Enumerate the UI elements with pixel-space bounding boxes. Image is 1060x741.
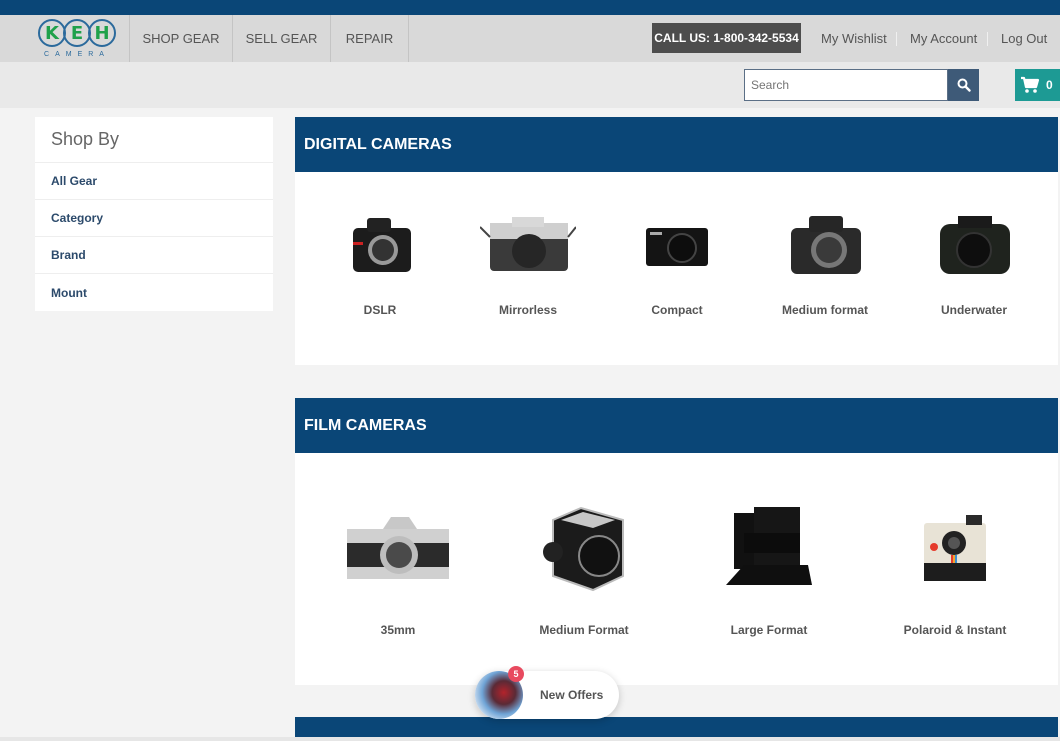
nav-sell-gear[interactable]: SELL GEAR [232, 15, 330, 62]
call-us-button[interactable]: CALL US: 1-800-342-5534 [652, 23, 801, 53]
shop-by-mount[interactable]: Mount [35, 274, 273, 311]
offers-label: New Offers [540, 688, 604, 702]
category-medium-format-film[interactable]: Medium Format [524, 503, 644, 637]
top-accent-bar [0, 0, 1060, 15]
category-medium-format[interactable]: Medium format [775, 212, 875, 317]
page-bottom-edge [0, 737, 1060, 741]
polaroid-camera-image [922, 503, 988, 593]
category-35mm[interactable]: 35mm [338, 503, 458, 637]
compact-camera-image [644, 212, 710, 278]
dslr-camera-image [345, 212, 415, 278]
search-input[interactable] [744, 69, 948, 101]
underwater-camera-image [932, 212, 1016, 278]
category-label: Medium format [781, 303, 868, 317]
category-large-format[interactable]: Large Format [709, 503, 829, 637]
main-navbar: K E H CAMERA SHOP GEAR SELL GEAR REPAIR … [0, 15, 1060, 62]
medium-format-camera-image [787, 212, 863, 278]
category-label: Underwater [940, 303, 1008, 317]
logo-subtitle: CAMERA [44, 51, 110, 58]
cart-icon [1021, 76, 1040, 93]
search-icon [957, 78, 971, 92]
cart-button[interactable]: 0 [1015, 69, 1060, 101]
category-label: Mirrorless [498, 303, 558, 317]
shop-by-category[interactable]: Category [35, 200, 273, 237]
link-divider [896, 32, 897, 46]
35mm-camera-image [345, 503, 451, 593]
category-label: Large Format [730, 623, 808, 637]
digital-cameras-heading: DIGITAL CAMERAS [295, 117, 1058, 172]
cart-count: 0 [1046, 78, 1053, 92]
category-compact[interactable]: Compact [627, 212, 727, 317]
nav-shop-gear[interactable]: SHOP GEAR [129, 15, 232, 62]
category-label: DSLR [363, 303, 397, 317]
search-bar-row: 0 [0, 62, 1060, 108]
keh-camera-logo[interactable]: K E H CAMERA [36, 19, 116, 59]
logo-letter-e: E [63, 19, 91, 47]
shop-by-brand[interactable]: Brand [35, 237, 273, 274]
logo-letter-h: H [88, 19, 116, 47]
category-dslr[interactable]: DSLR [330, 212, 430, 317]
logo-letter-k: K [38, 19, 66, 47]
my-wishlist-link[interactable]: My Wishlist [821, 15, 887, 62]
mirrorless-camera-image [480, 212, 576, 278]
category-label: 35mm [380, 623, 416, 637]
category-label: Medium Format [539, 623, 629, 637]
shop-by-all-gear[interactable]: All Gear [35, 163, 273, 200]
new-offers-button[interactable]: 5 New Offers [475, 666, 619, 719]
my-account-link[interactable]: My Account [910, 15, 977, 62]
film-cameras-heading: FILM CAMERAS [295, 398, 1058, 453]
category-polaroid-instant[interactable]: Polaroid & Instant [895, 503, 1015, 637]
category-mirrorless[interactable]: Mirrorless [478, 212, 578, 317]
digital-cameras-section: DIGITAL CAMERAS DSLR Mirrorless Compact … [295, 117, 1058, 365]
category-label: Polaroid & Instant [903, 623, 1007, 637]
category-underwater[interactable]: Underwater [924, 212, 1024, 317]
medium-format-film-camera-image [541, 503, 627, 593]
search-button[interactable] [948, 69, 979, 101]
shop-by-panel: Shop By All Gear Category Brand Mount [35, 117, 273, 311]
nav-repair[interactable]: REPAIR [330, 15, 409, 62]
link-divider [987, 32, 988, 46]
next-section-heading [295, 717, 1058, 737]
large-format-camera-image [724, 503, 814, 593]
shop-by-title: Shop By [35, 117, 273, 163]
category-label: Compact [651, 303, 703, 317]
log-out-link[interactable]: Log Out [1001, 15, 1047, 62]
offers-count-badge: 5 [508, 666, 524, 682]
film-cameras-section: FILM CAMERAS 35mm Medium Format Large Fo… [295, 398, 1058, 685]
